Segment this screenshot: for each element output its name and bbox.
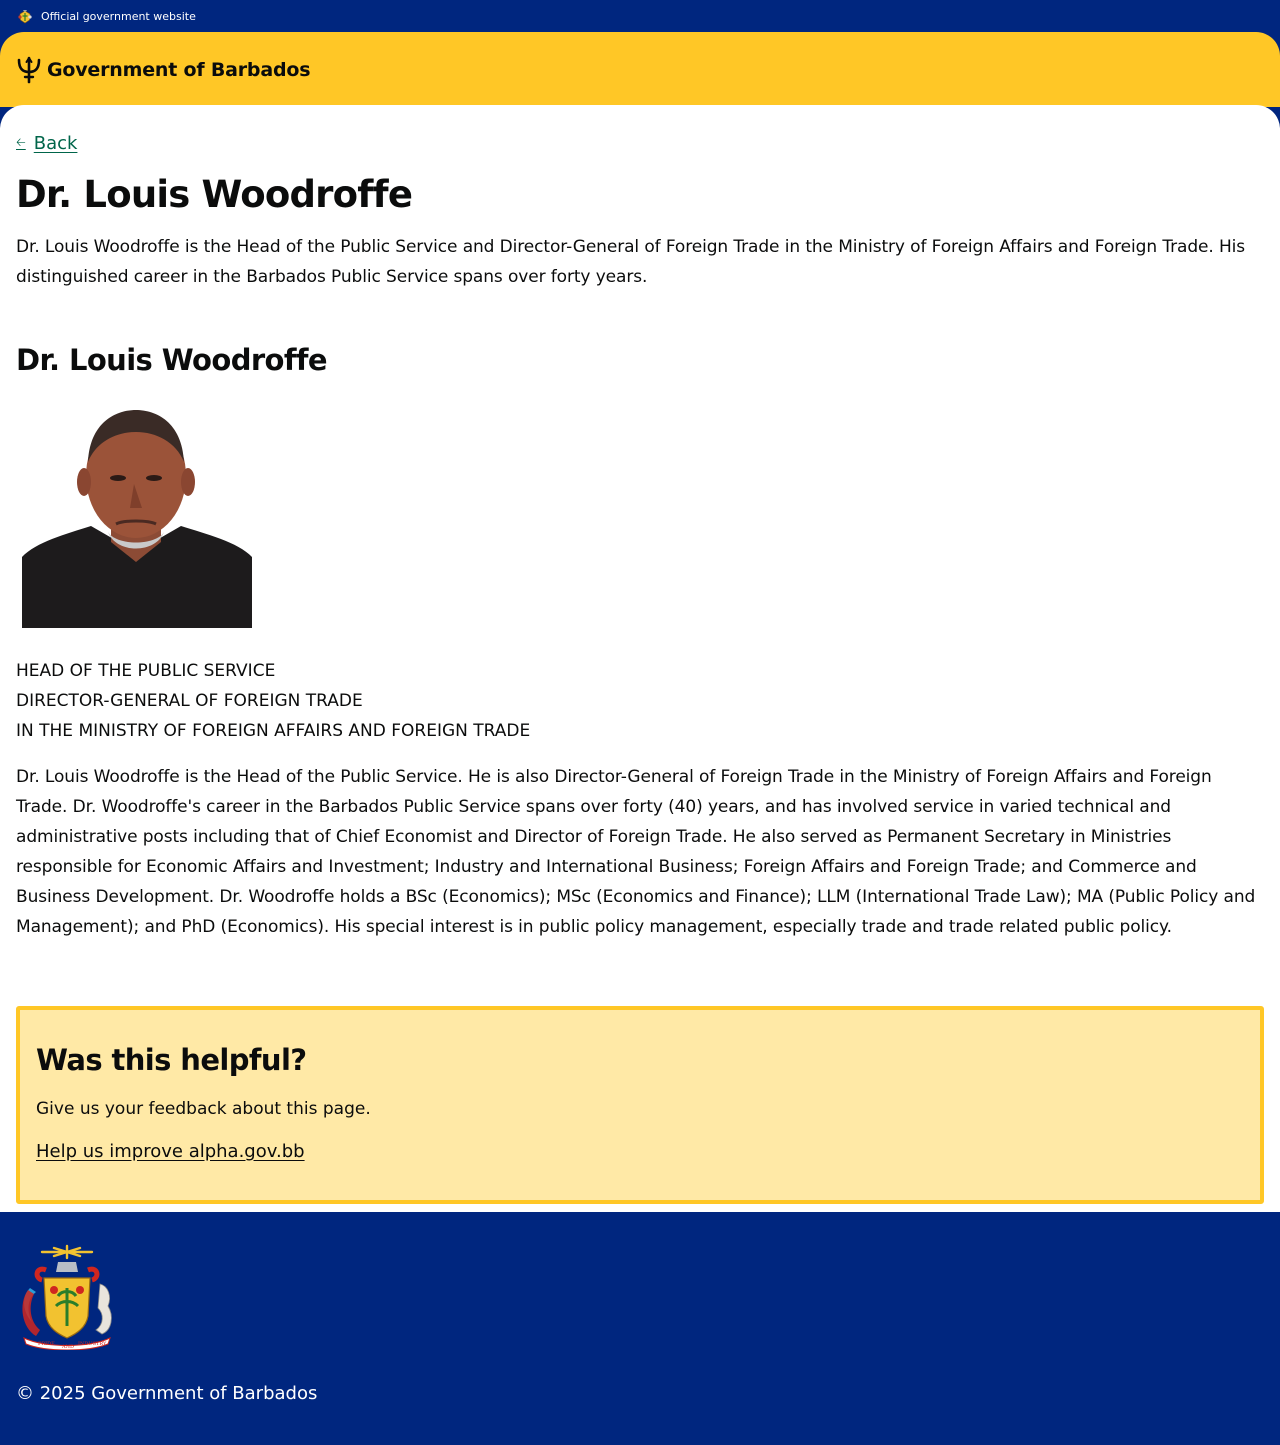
trident-icon	[16, 56, 42, 84]
brand-name: Government of Barbados	[47, 58, 311, 81]
feedback-text: Give us your feedback about this page.	[36, 1099, 371, 1119]
biography: Dr. Louis Woodroffe is the Head of the P…	[16, 767, 1256, 937]
site-footer: PRIDE AND INDUSTRY © 2025 Government of …	[0, 1212, 1280, 1422]
crest-motto-word: PRIDE	[38, 1341, 55, 1347]
page-lead: Dr. Louis Woodroffe is the Head of the P…	[16, 237, 1246, 287]
coat-of-arms-icon	[16, 7, 34, 25]
back-link-label: Back	[33, 133, 78, 154]
home-link[interactable]: Government of Barbados	[16, 56, 311, 84]
portrait-image	[16, 402, 256, 634]
copyright: © 2025 Government of Barbados	[16, 1383, 318, 1404]
section-title: Dr. Louis Woodroffe	[16, 343, 328, 377]
coat-of-arms-icon: PRIDE AND INDUSTRY	[22, 1244, 112, 1350]
feedback-title: Was this helpful?	[36, 1043, 307, 1077]
page-title: Dr. Louis Woodroffe	[16, 173, 413, 216]
site-header: Government of Barbados	[0, 32, 1280, 107]
back-link[interactable]: 🡠 Back	[16, 133, 77, 154]
position-title: DIRECTOR-GENERAL OF FOREIGN TRADE	[16, 691, 363, 711]
crest-motto-word: INDUSTRY	[78, 1341, 107, 1347]
official-banner-text: Official government website	[41, 9, 196, 23]
official-banner: Official government website	[0, 0, 1280, 32]
crest-motto-word: AND	[61, 1344, 74, 1350]
main-content: 🡠 Back Dr. Louis Woodroffe Dr. Louis Woo…	[0, 105, 1280, 1212]
feedback-link[interactable]: Help us improve alpha.gov.bb	[36, 1141, 305, 1162]
position-title: HEAD OF THE PUBLIC SERVICE	[16, 661, 276, 681]
position-titles: HEAD OF THE PUBLIC SERVICE DIRECTOR-GENE…	[16, 656, 1264, 746]
position-title: IN THE MINISTRY OF FOREIGN AFFAIRS AND F…	[16, 721, 531, 741]
feedback-panel: Was this helpful? Give us your feedback …	[16, 1006, 1264, 1204]
arrow-left-icon: 🡠	[16, 135, 26, 149]
